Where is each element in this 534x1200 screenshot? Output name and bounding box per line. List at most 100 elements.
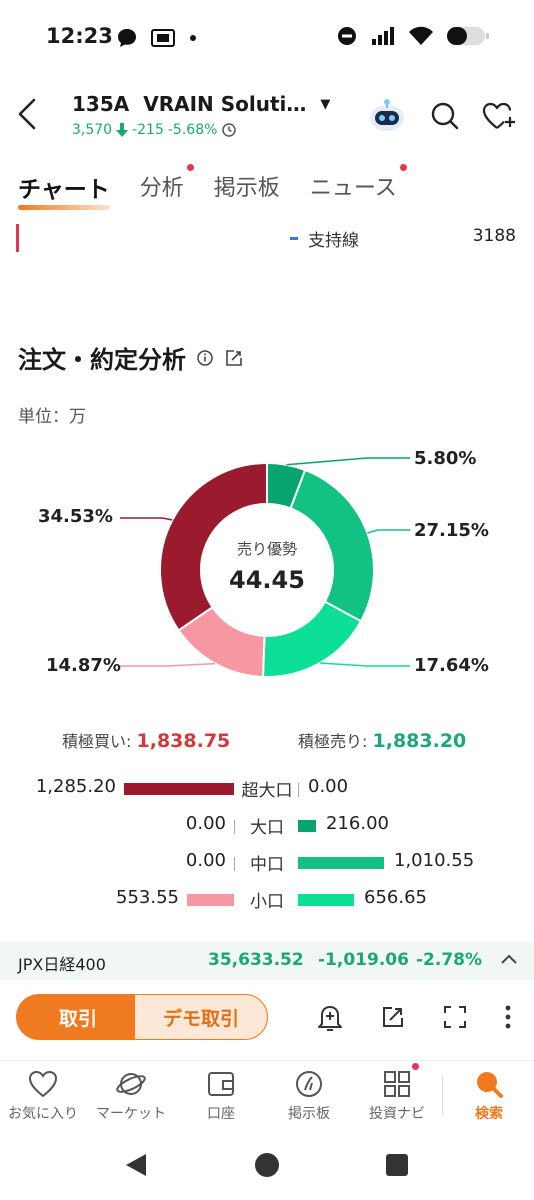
sell-amount: 0.00 xyxy=(308,776,349,797)
heart-icon xyxy=(28,1070,58,1098)
stock-price-row: 3,570 -215 -5.68% xyxy=(72,122,237,138)
system-recents-icon[interactable] xyxy=(382,1150,412,1180)
slice-label-super-large-buy: 34.53% xyxy=(38,506,113,527)
buy-amount: 0.00 xyxy=(185,850,226,871)
chevron-up-icon[interactable] xyxy=(500,952,518,966)
leader-line-super-large-buy xyxy=(120,517,173,521)
divider xyxy=(234,857,235,871)
system-back-icon[interactable] xyxy=(122,1150,152,1180)
nav-search[interactable]: 検索 xyxy=(444,1069,534,1123)
leader-line-super-large-sell xyxy=(286,457,410,466)
order-size-label: 中口 xyxy=(250,855,284,875)
tab-board[interactable]: 掲示板 xyxy=(214,170,280,204)
stock-name: VRAIN Soluti… xyxy=(143,92,307,116)
slice-label-small-buy: 14.87% xyxy=(46,655,121,676)
index-change: -1,019.06 xyxy=(318,950,409,970)
chart-marker xyxy=(16,224,19,252)
info-icon[interactable] xyxy=(196,349,214,367)
divider xyxy=(234,820,235,834)
sell-bar xyxy=(298,820,316,832)
order-size-breakdown: 1,285.20 超大口 0.00 0.00 大口 216.00 0.00 中口… xyxy=(0,772,534,920)
stock-title[interactable]: 135A VRAIN Soluti… ▼ xyxy=(72,92,330,116)
unit-label: 単位：万 xyxy=(18,407,86,427)
sell-bar xyxy=(298,894,354,906)
demo-trade-button[interactable]: デモ取引 xyxy=(134,994,268,1040)
fullscreen-icon[interactable] xyxy=(442,1004,468,1030)
leader-line-large-sell xyxy=(367,529,410,534)
search-icon[interactable] xyxy=(430,101,460,131)
tab-analysis[interactable]: 分析 xyxy=(140,164,194,204)
chat-bubble-icon xyxy=(118,29,136,47)
back-arrow-icon[interactable] xyxy=(14,96,42,132)
leader-line-small-buy xyxy=(120,662,216,667)
buy-amount: 553.55 xyxy=(116,887,179,908)
index-change-pct: -2.78% xyxy=(416,950,483,970)
stock-change: -215 xyxy=(132,122,164,138)
stock-change-pct: -5.68% xyxy=(167,122,218,138)
notification-dot xyxy=(399,164,407,171)
buy-bar xyxy=(124,783,234,795)
aggressive-sell-total: 積極売り: 1,883.20 xyxy=(298,730,467,752)
aggressive-sell-value: 1,883.20 xyxy=(372,730,467,752)
index-ticker[interactable]: JPX日経400 35,633.52 -1,019.06 -2.78% xyxy=(0,942,534,980)
buy-amount: 1,285.20 xyxy=(35,776,116,797)
donut-center-label: 売り優勢 xyxy=(236,540,297,558)
tab-chart[interactable]: チャート xyxy=(18,170,110,210)
support-line-label: 支持線 xyxy=(308,231,359,251)
stock-price: 3,570 xyxy=(72,122,113,138)
system-home-icon[interactable] xyxy=(252,1150,282,1180)
stock-header: 135A VRAIN Soluti… ▼ 3,570 -215 -5.68% xyxy=(0,82,534,152)
sell-amount: 216.00 xyxy=(326,813,389,834)
order-row: 0.00 中口 1,010.55 xyxy=(0,846,534,883)
donut-center-value: 44.45 xyxy=(229,566,305,594)
board-icon xyxy=(296,1071,322,1097)
detail-tabs: チャート 分析 掲示板 ニュース xyxy=(18,164,407,210)
support-line-value: 3188 xyxy=(472,226,516,246)
wifi-icon xyxy=(409,26,433,45)
down-arrow-icon xyxy=(116,123,129,137)
bottom-navigation: お気に入り マーケット 口座 掲示板 投資ナビ 検索 xyxy=(0,1060,534,1130)
order-size-label: 大口 xyxy=(250,818,284,838)
buy-amount: 0.00 xyxy=(185,813,226,834)
sell-bar xyxy=(298,857,384,869)
order-row: 1,285.20 超大口 0.00 xyxy=(0,772,534,809)
support-line-row: 支持線 3188 xyxy=(0,224,534,254)
nav-invest-navi[interactable]: 投資ナビ xyxy=(352,1069,442,1123)
slice-label-large-sell: 27.15% xyxy=(414,520,489,541)
index-name: JPX日経400 xyxy=(18,955,106,974)
trade-button[interactable]: 取引 xyxy=(16,994,140,1040)
share-icon[interactable] xyxy=(224,348,244,368)
action-bar: 取引 デモ取引 xyxy=(0,990,534,1046)
leader-line-medium-sell xyxy=(319,662,410,667)
order-size-label: 小口 xyxy=(250,892,284,912)
nav-account[interactable]: 口座 xyxy=(176,1069,266,1123)
status-time: 12:23 xyxy=(46,24,113,48)
order-row: 0.00 大口 216.00 xyxy=(0,809,534,846)
sell-amount: 656.65 xyxy=(364,887,427,908)
robot-assistant-icon[interactable] xyxy=(366,96,408,136)
more-options-icon[interactable] xyxy=(504,1004,512,1030)
stock-code: 135A xyxy=(72,92,130,116)
add-favorite-heart-icon[interactable] xyxy=(482,101,516,131)
tab-news[interactable]: ニュース xyxy=(310,164,407,204)
nav-favorites[interactable]: お気に入り xyxy=(0,1069,88,1123)
status-bar: 12:23 xyxy=(0,0,534,76)
nav-divider xyxy=(442,1075,443,1115)
price-alert-bell-icon[interactable] xyxy=(316,1002,344,1032)
aggressive-buy-value: 1,838.75 xyxy=(136,730,231,752)
nav-board[interactable]: 掲示板 xyxy=(264,1069,354,1123)
share-icon[interactable] xyxy=(380,1004,406,1030)
nav-market[interactable]: マーケット xyxy=(86,1069,176,1123)
aggressive-buy-total: 積極買い: 1,838.75 xyxy=(62,730,231,752)
clock-icon xyxy=(222,123,237,137)
grid-icon xyxy=(384,1071,410,1097)
buy-bar xyxy=(187,894,234,906)
totals-row: 積極買い: 1,838.75 積極売り: 1,883.20 xyxy=(0,728,534,758)
image-notification-icon xyxy=(151,29,175,47)
search-icon xyxy=(477,1072,503,1098)
order-donut-chart: 5.80% 27.15% 17.64% 14.87% 34.53% 売り優勢 4… xyxy=(0,430,534,720)
order-analysis-title: 注文・約定分析 xyxy=(18,346,186,374)
caret-down-icon[interactable]: ▼ xyxy=(320,97,330,112)
notification-dot xyxy=(186,164,194,171)
sell-amount: 1,010.55 xyxy=(394,850,475,871)
